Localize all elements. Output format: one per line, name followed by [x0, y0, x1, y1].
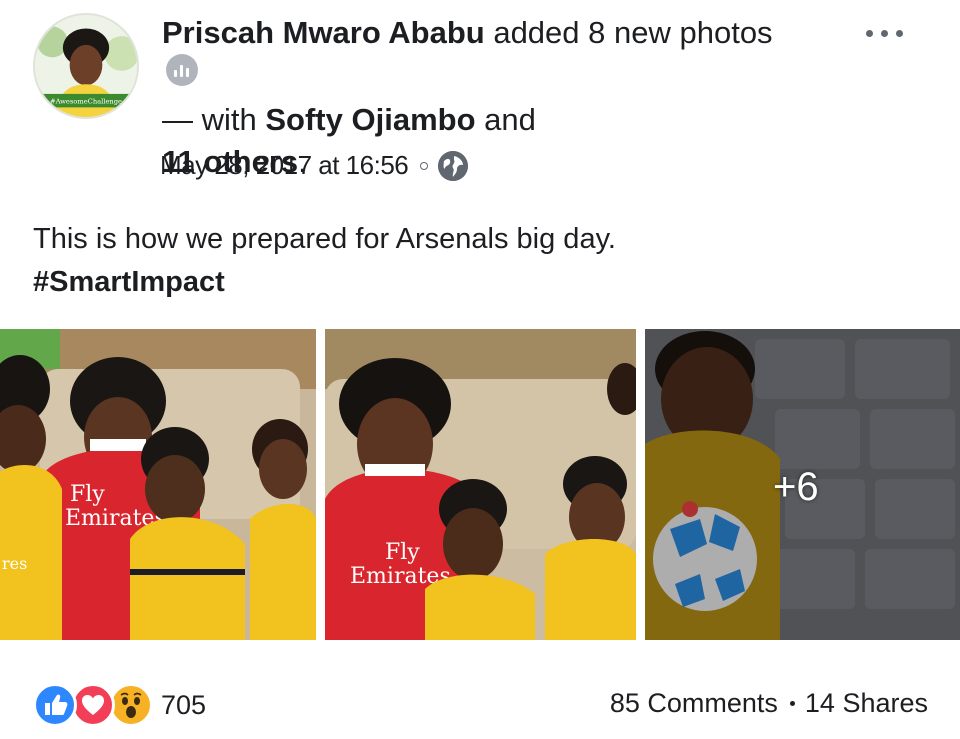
svg-text:Fly: Fly [385, 540, 420, 565]
more-dots-icon[interactable] [862, 18, 912, 48]
hashtag-link[interactable]: #SmartImpact [33, 261, 616, 304]
like-icon [33, 683, 77, 727]
photo-2[interactable]: Fly Emirates [325, 329, 636, 640]
with-prefix: — with [162, 102, 257, 137]
avatar-caption: #AwesomeChallenge [50, 98, 122, 106]
svg-text:res: res [2, 554, 27, 573]
svg-text:Fly: Fly [70, 482, 105, 507]
post-body: This is how we prepared for Arsenals big… [33, 218, 616, 304]
avatar-image: #AwesomeChallenge [35, 15, 137, 117]
love-icon [71, 683, 115, 727]
more-photos-count[interactable]: +6 [773, 465, 819, 510]
timestamp-row: May 28, 2017 at 16:56 [160, 150, 469, 181]
photo-1[interactable]: Fly Emirates res [0, 329, 316, 640]
bar-chart-icon[interactable] [166, 54, 198, 86]
author-avatar[interactable]: #AwesomeChallenge [33, 13, 139, 119]
action-text: added 8 new photos [493, 15, 773, 50]
tagged-person[interactable]: Softy Ojiambo [265, 102, 475, 137]
facebook-post: #AwesomeChallenge Priscah Mwaro Ababu ad… [0, 0, 960, 739]
reactions-bar[interactable]: 705 [33, 683, 206, 727]
post-text-line: This is how we prepared for Arsenals big… [33, 223, 616, 255]
shares-count[interactable]: 14 Shares [805, 688, 928, 719]
comments-count[interactable]: 85 Comments [610, 688, 778, 719]
timestamp[interactable]: May 28, 2017 at 16:56 [160, 150, 409, 181]
globe-icon[interactable] [438, 150, 469, 181]
reaction-count[interactable]: 705 [161, 690, 206, 721]
and-text: and [484, 102, 536, 137]
separator-dot [420, 161, 429, 170]
author-name[interactable]: Priscah Mwaro Ababu [162, 15, 485, 50]
engagement-counts: 85 Comments 14 Shares [610, 688, 928, 719]
separator-dot [789, 701, 795, 706]
wow-icon [109, 683, 153, 727]
